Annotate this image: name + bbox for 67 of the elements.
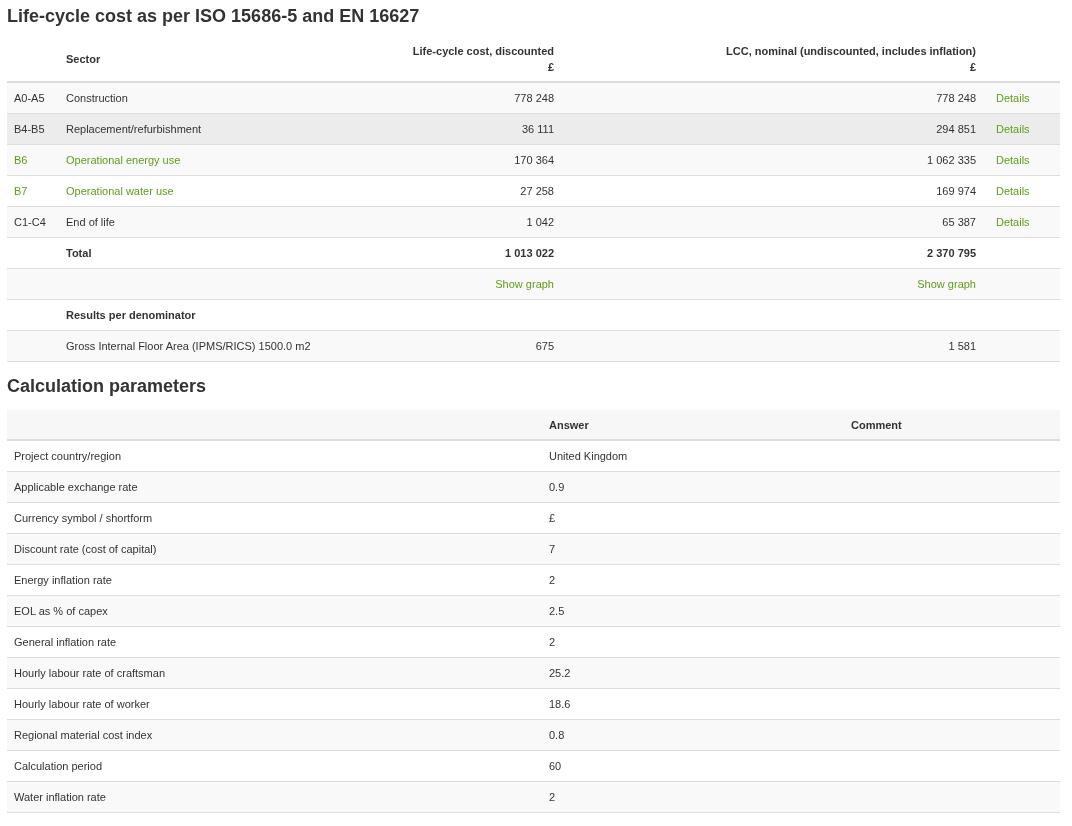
column-header: LCC, nominal (undiscounted, includes inflation): [725, 43, 976, 59]
module-code: B7: [14, 185, 28, 197]
parameter-name: Calculation period: [14, 760, 103, 772]
parameter-value: 7: [549, 543, 556, 555]
module-code: A0-A5: [14, 92, 45, 104]
parameter-value: United Kingdom: [549, 450, 628, 462]
parameter-name: Hourly labour rate of worker: [14, 698, 150, 710]
unit-label: £: [546, 59, 554, 75]
cost-value: 65 387: [942, 216, 976, 228]
column-header: Life-cycle cost, discounted: [411, 43, 554, 59]
cost-value: 36 111: [522, 123, 554, 135]
parameter-name: Regional material cost index: [14, 729, 153, 741]
sector-name: End of life: [66, 216, 115, 228]
total-label: Total: [66, 247, 92, 259]
parameter-value: 18.6: [549, 698, 571, 710]
parameter-value: £: [549, 512, 556, 524]
parameter-name: General inflation rate: [14, 636, 117, 648]
sector-name: Operational energy use: [66, 154, 181, 166]
details-link[interactable]: Details: [996, 123, 1030, 135]
parameter-value: 0.9: [549, 481, 565, 493]
parameter-name: Discount rate (cost of capital): [14, 543, 157, 555]
cost-value: 778 248: [514, 92, 554, 104]
sector-name: Replacement/refurbishment: [66, 123, 202, 135]
module-code: B4-B5: [14, 123, 45, 135]
parameter-name: Water inflation rate: [14, 791, 106, 803]
cost-value: 294 851: [936, 123, 976, 135]
parameter-name: Energy inflation rate: [14, 574, 112, 586]
cost-value: 675: [535, 340, 554, 352]
section-title: Life-cycle cost as per ISO 15686-5 and EN 16627: [7, 5, 421, 28]
parameter-value: 60: [549, 760, 562, 772]
sector-name: Operational water use: [66, 185, 174, 197]
parameter-value: 25.2: [549, 667, 571, 679]
parameter-value: 2: [549, 574, 556, 586]
parameter-name: Currency symbol / shortform: [14, 512, 153, 524]
parameter-value: 0.8: [549, 729, 565, 741]
parameter-value: 2.5: [549, 605, 565, 617]
details-link[interactable]: Details: [996, 216, 1030, 228]
parameter-name: EOL as % of capex: [14, 605, 108, 617]
parameter-name: Project country/region: [14, 450, 121, 462]
total-value: 1 013 022: [505, 247, 554, 259]
details-link[interactable]: Details: [996, 185, 1030, 197]
module-code: C1-C4: [14, 216, 46, 228]
cost-value: 778 248: [936, 92, 976, 104]
column-header: Answer: [549, 418, 589, 431]
column-header: Sector: [66, 52, 101, 65]
cost-value: 27 258: [520, 185, 554, 197]
cost-value: 170 364: [514, 154, 554, 166]
show-graph-link[interactable]: Show graph: [917, 278, 976, 290]
parameter-name: Hourly labour rate of craftsman: [14, 667, 165, 679]
unit-label: £: [968, 59, 976, 75]
details-link[interactable]: Details: [996, 154, 1030, 166]
parameter-value: 2: [549, 636, 556, 648]
total-value: 2 370 795: [927, 247, 976, 259]
cost-value: 169 974: [936, 185, 976, 197]
parameter-name: Applicable exchange rate: [14, 481, 138, 493]
denominator-label: Gross Internal Floor Area (IPMS/RICS) 1500.0 m2: [66, 340, 311, 352]
parameter-value: 2: [549, 791, 556, 803]
cost-value: 1 581: [948, 340, 976, 352]
module-code: B6: [14, 154, 28, 166]
column-header: Comment: [851, 418, 902, 431]
cost-value: 1 062 335: [927, 154, 976, 166]
cost-value: 1 042: [526, 216, 554, 228]
section-title: Calculation parameters: [7, 375, 208, 398]
subsection-heading: Results per denominator: [66, 309, 196, 321]
show-graph-link[interactable]: Show graph: [495, 278, 554, 290]
details-link[interactable]: Details: [996, 92, 1030, 104]
sector-name: Construction: [66, 92, 128, 104]
